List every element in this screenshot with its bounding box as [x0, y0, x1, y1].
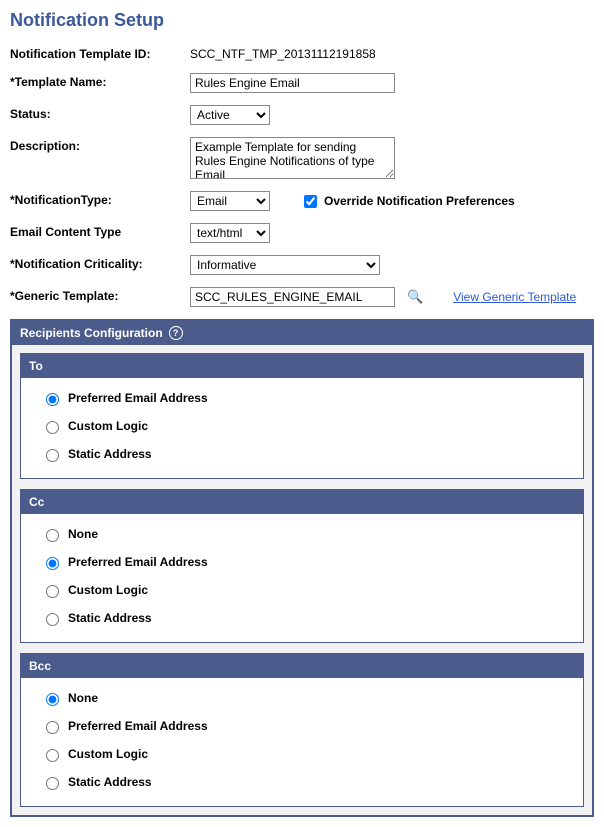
cc-preferred-label: Preferred Email Address: [68, 555, 208, 569]
to-preferred-radio[interactable]: [46, 393, 59, 406]
bcc-static-label: Static Address: [68, 775, 152, 789]
to-preferred-label: Preferred Email Address: [68, 391, 208, 405]
cc-none-radio[interactable]: [46, 529, 59, 542]
bcc-panel: Bcc None Preferred Email Address Custom …: [20, 653, 584, 807]
bcc-none-radio[interactable]: [46, 693, 59, 706]
view-generic-template-link[interactable]: View Generic Template: [453, 290, 576, 304]
help-icon[interactable]: ?: [169, 326, 183, 340]
template-name-label: *Template Name:: [10, 73, 190, 89]
to-static-radio[interactable]: [46, 449, 59, 462]
cc-custom-radio[interactable]: [46, 585, 59, 598]
template-id-label: Notification Template ID:: [10, 45, 190, 61]
bcc-static-radio[interactable]: [46, 777, 59, 790]
bcc-custom-radio[interactable]: [46, 749, 59, 762]
to-static-label: Static Address: [68, 447, 152, 461]
cc-static-radio[interactable]: [46, 613, 59, 626]
cc-panel: Cc None Preferred Email Address Custom L…: [20, 489, 584, 643]
cc-header: Cc: [21, 490, 583, 514]
cc-none-label: None: [68, 527, 98, 541]
email-content-type-label: Email Content Type: [10, 223, 190, 239]
bcc-none-label: None: [68, 691, 98, 705]
template-name-input[interactable]: [190, 73, 395, 93]
bcc-custom-label: Custom Logic: [68, 747, 148, 761]
recipients-configuration-title: Recipients Configuration: [20, 326, 163, 340]
notification-criticality-select[interactable]: Informative: [190, 255, 380, 275]
description-label: Description:: [10, 137, 190, 153]
cc-custom-label: Custom Logic: [68, 583, 148, 597]
bcc-preferred-label: Preferred Email Address: [68, 719, 208, 733]
page-title: Notification Setup: [10, 10, 594, 31]
email-content-type-select[interactable]: text/html: [190, 223, 270, 243]
to-custom-radio[interactable]: [46, 421, 59, 434]
generic-template-input[interactable]: [190, 287, 395, 307]
notification-type-select[interactable]: Email: [190, 191, 270, 211]
bcc-preferred-radio[interactable]: [46, 721, 59, 734]
template-id-value: SCC_NTF_TMP_20131112191858: [190, 45, 376, 61]
cc-static-label: Static Address: [68, 611, 152, 625]
to-custom-label: Custom Logic: [68, 419, 148, 433]
override-preferences-checkbox[interactable]: [304, 195, 317, 208]
status-select[interactable]: Active: [190, 105, 270, 125]
description-textarea[interactable]: Example Template for sending Rules Engin…: [190, 137, 395, 179]
recipients-configuration-panel: Recipients Configuration ? To Preferred …: [10, 319, 594, 817]
lookup-icon[interactable]: 🔍: [407, 289, 423, 305]
to-header: To: [21, 354, 583, 378]
override-preferences-label: Override Notification Preferences: [324, 194, 515, 208]
bcc-header: Bcc: [21, 654, 583, 678]
cc-preferred-radio[interactable]: [46, 557, 59, 570]
status-label: Status:: [10, 105, 190, 121]
to-panel: To Preferred Email Address Custom Logic …: [20, 353, 584, 479]
notification-criticality-label: *Notification Criticality:: [10, 255, 190, 271]
generic-template-label: *Generic Template:: [10, 287, 190, 303]
notification-type-label: *NotificationType:: [10, 191, 190, 207]
